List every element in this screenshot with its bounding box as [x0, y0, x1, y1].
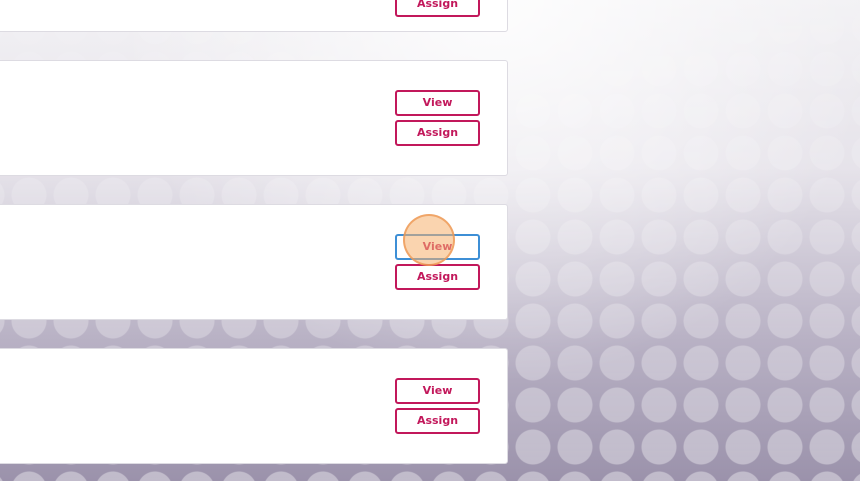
list-card: View Assign [0, 204, 508, 320]
assign-button[interactable]: Assign [395, 408, 480, 434]
list-card: Assign [0, 0, 508, 32]
assign-button[interactable]: Assign [395, 0, 480, 17]
list-card: View Assign [0, 348, 508, 464]
view-button[interactable]: View [395, 234, 480, 260]
assign-button[interactable]: Assign [395, 120, 480, 146]
view-button[interactable]: View [395, 378, 480, 404]
assign-button[interactable]: Assign [395, 264, 480, 290]
list-card: View Assign [0, 60, 508, 176]
view-button[interactable]: View [395, 90, 480, 116]
